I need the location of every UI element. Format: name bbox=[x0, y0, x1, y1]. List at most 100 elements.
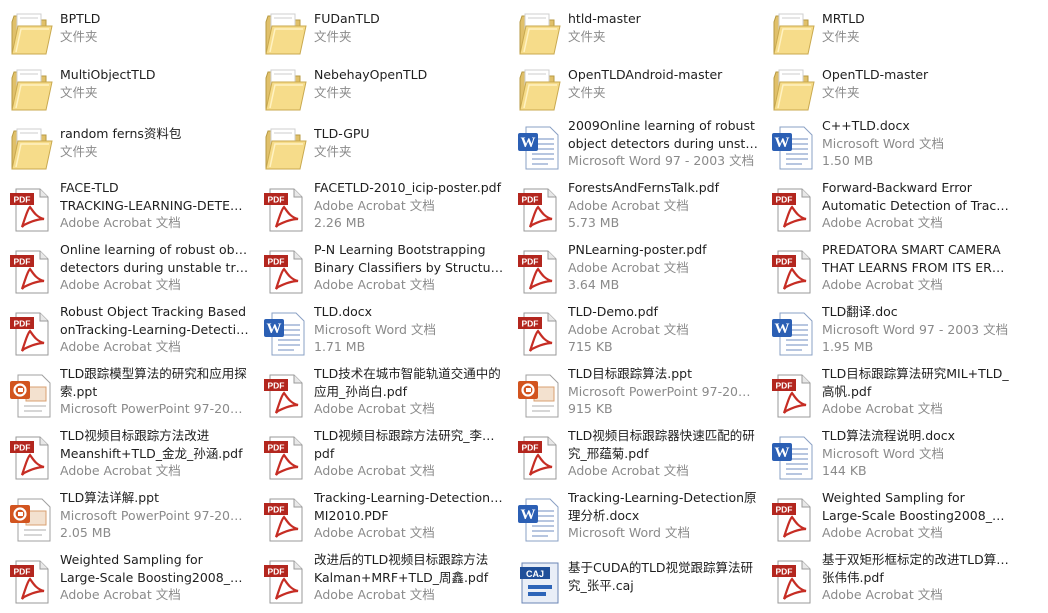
file-name-line: object detectors during unsta... bbox=[568, 135, 758, 151]
file-item[interactable]: PDF TLD目标跟踪算法研究MIL+TLD_ 高帆.pdf Adobe Acrob… bbox=[762, 365, 1016, 427]
pdf-file-icon: PDF bbox=[260, 495, 310, 545]
svg-text:CAJ: CAJ bbox=[526, 569, 544, 579]
svg-text:W: W bbox=[521, 135, 536, 151]
file-item[interactable]: PDF TLD技术在城市智能轨道交通中的 应用_孙尚白.pdf Adobe Acro… bbox=[254, 365, 508, 427]
file-item[interactable]: random ferns资料包 文件夹 bbox=[0, 117, 254, 179]
file-type: Adobe Acrobat 文档 bbox=[568, 197, 689, 213]
file-item[interactable]: W C++TLD.docx Microsoft Word 文档 1.50 MB bbox=[762, 117, 1016, 179]
file-item-text: Online learning of robust object detector… bbox=[60, 241, 250, 294]
file-type: 文件夹 bbox=[568, 28, 606, 44]
pdf-file-icon: PDF bbox=[768, 495, 818, 545]
file-item[interactable]: PDF 改进后的TLD视频目标跟踪方法 Kalman+MRF+TLD_周鑫.pdf… bbox=[254, 551, 508, 613]
file-name-line: Meanshift+TLD_金龙_孙涵.pdf bbox=[60, 445, 243, 461]
file-name-line: TLD-Demo.pdf bbox=[568, 304, 658, 319]
file-item[interactable]: BPTLD 文件夹 bbox=[0, 2, 254, 64]
file-type: Microsoft Word 文档 bbox=[568, 525, 690, 540]
file-item[interactable]: PDF FACETLD-2010_icip-poster.pdf Adobe Ac… bbox=[254, 179, 508, 241]
file-item[interactable]: W TLD算法流程说明.docx Microsoft Word 文档 144 KB bbox=[762, 427, 1016, 489]
file-item[interactable]: TLD算法详解.ppt Microsoft PowerPoint 97-2003.… bbox=[0, 489, 254, 551]
file-item-text: Tracking-Learning-DetectionPA MI2010.PDF A… bbox=[314, 489, 504, 542]
file-item-text: random ferns资料包 文件夹 bbox=[60, 125, 250, 160]
file-name-line: random ferns资料包 bbox=[60, 126, 182, 141]
file-item[interactable]: PDF Online learning of robust object dete… bbox=[0, 241, 254, 303]
file-name-line: 基于CUDA的TLD视觉跟踪算法研 bbox=[568, 560, 754, 575]
file-type: Adobe Acrobat 文档 bbox=[568, 463, 689, 478]
file-item-text: 基于CUDA的TLD视觉跟踪算法研 究_张平.caj bbox=[568, 559, 758, 594]
file-item-text: MRTLD 文件夹 bbox=[822, 10, 1012, 45]
file-type: Adobe Acrobat 文档 bbox=[60, 463, 181, 478]
file-item[interactable]: OpenTLDAndroid-master 文件夹 bbox=[508, 58, 762, 120]
file-item[interactable]: PDF PNLearning-poster.pdf Adobe Acrobat 文… bbox=[508, 241, 762, 303]
file-item[interactable]: PDF Robust Object Tracking Based onTracki… bbox=[0, 303, 254, 365]
file-name-line: THAT LEARNS FROM ITS ERR... bbox=[822, 259, 1012, 275]
file-item[interactable]: MRTLD 文件夹 bbox=[762, 2, 1016, 64]
file-item[interactable]: W TLD翻译.doc Microsoft Word 97 - 2003 文档 1.… bbox=[762, 303, 1016, 365]
file-name-line: TLD算法详解.ppt bbox=[60, 490, 159, 505]
pdf-file-icon: PDF bbox=[768, 371, 818, 421]
file-name-line: onTracking-Learning-Detectio... bbox=[60, 321, 250, 337]
file-item[interactable]: PDF TLD-Demo.pdf Adobe Acrobat 文档 715 KB bbox=[508, 303, 762, 365]
file-item[interactable]: PDF ForestsAndFernsTalk.pdf Adobe Acrobat… bbox=[508, 179, 762, 241]
file-item[interactable]: W Tracking-Learning-Detection原 理分析.docx Mi… bbox=[508, 489, 762, 551]
file-item[interactable]: PDF P-N Learning Bootstrapping Binary Cla… bbox=[254, 241, 508, 303]
file-name-line: TLD技术在城市智能轨道交通中的 bbox=[314, 366, 501, 381]
file-item[interactable]: OpenTLD-master 文件夹 bbox=[762, 58, 1016, 120]
word-file-icon: W bbox=[768, 433, 818, 483]
file-name-line: Weighted Sampling for bbox=[60, 552, 203, 567]
file-item[interactable]: PDF Weighted Sampling for Large-Scale Boo… bbox=[0, 551, 254, 613]
file-type: Adobe Acrobat 文档 bbox=[314, 587, 435, 602]
file-item[interactable]: CAJ 基于CUDA的TLD视觉跟踪算法研 究_张平.caj bbox=[508, 551, 762, 613]
svg-text:PDF: PDF bbox=[776, 505, 793, 515]
file-item[interactable]: W TLD.docx Microsoft Word 文档 1.71 MB bbox=[254, 303, 508, 365]
file-item[interactable]: W 2009Online learning of robust object de… bbox=[508, 117, 762, 179]
file-type: Adobe Acrobat 文档 bbox=[568, 259, 689, 275]
file-name-line: TRACKING-LEARNING-DETEC... bbox=[60, 197, 250, 213]
file-item[interactable]: MultiObjectTLD 文件夹 bbox=[0, 58, 254, 120]
file-item[interactable]: PDF PREDATORA SMART CAMERA THAT LEARNS FR… bbox=[762, 241, 1016, 303]
file-item[interactable]: PDF Forward-Backward Error Automatic Dete… bbox=[762, 179, 1016, 241]
file-name-line: Tracking-Learning-Detection原 bbox=[568, 490, 757, 505]
file-item[interactable]: PDF TLD视频目标跟踪方法研究_李妮妮. pdf Adobe Acrobat 文… bbox=[254, 427, 508, 489]
file-item-text: ForestsAndFernsTalk.pdf Adobe Acrobat 文档 5… bbox=[568, 179, 758, 232]
file-item[interactable]: PDF 基于双矩形框标定的改进TLD算法_ 张伟伟.pdf Adobe Acroba… bbox=[762, 551, 1016, 613]
file-name-line: 应用_孙尚白.pdf bbox=[314, 383, 407, 399]
file-item[interactable]: PDF TLD视频目标跟踪方法改进 Meanshift+TLD_金龙_孙涵.pdf… bbox=[0, 427, 254, 489]
folder-icon bbox=[260, 8, 310, 58]
folder-icon bbox=[6, 64, 56, 114]
file-item[interactable]: TLD跟踪模型算法的研究和应用探 索.ppt Microsoft PowerPoin… bbox=[0, 365, 254, 427]
file-item[interactable]: PDF Tracking-Learning-DetectionPA MI2010.… bbox=[254, 489, 508, 551]
file-name-line: Forward-Backward Error bbox=[822, 180, 972, 195]
pdf-file-icon: PDF bbox=[514, 185, 564, 235]
file-item[interactable]: PDF TLD视频目标跟踪器快速匹配的研 究_邢蕴菊.pdf Adobe Acrob… bbox=[508, 427, 762, 489]
file-item[interactable]: FUDanTLD 文件夹 bbox=[254, 2, 508, 64]
file-item[interactable]: PDF Weighted Sampling for Large-Scale Boo… bbox=[762, 489, 1016, 551]
file-type: Microsoft Word 文档 bbox=[822, 445, 944, 461]
pdf-file-icon: PDF bbox=[6, 433, 56, 483]
svg-text:PDF: PDF bbox=[14, 567, 31, 577]
file-name-line: MultiObjectTLD bbox=[60, 67, 156, 82]
file-item[interactable]: PDF FACE-TLD TRACKING-LEARNING-DETEC... Ad… bbox=[0, 179, 254, 241]
file-type: 文件夹 bbox=[60, 28, 98, 44]
svg-text:PDF: PDF bbox=[776, 195, 793, 205]
file-item[interactable]: NebehayOpenTLD 文件夹 bbox=[254, 58, 508, 120]
svg-text:PDF: PDF bbox=[522, 195, 539, 205]
file-item-text: htld-master 文件夹 bbox=[568, 10, 758, 45]
file-item[interactable]: htld-master 文件夹 bbox=[508, 2, 762, 64]
file-size: 1.71 MB bbox=[314, 339, 366, 354]
file-name-line: PNLearning-poster.pdf bbox=[568, 242, 707, 257]
file-item-text: PREDATORA SMART CAMERA THAT LEARNS FROM I… bbox=[822, 241, 1012, 294]
file-name-line: 改进后的TLD视频目标跟踪方法 bbox=[314, 552, 489, 567]
file-name-line: 2009Online learning of robust bbox=[568, 118, 755, 133]
file-name-line: FACETLD-2010_icip-poster.pdf bbox=[314, 180, 501, 195]
file-item[interactable]: TLD目标跟踪算法.ppt Microsoft PowerPoint 97-200… bbox=[508, 365, 762, 427]
file-item-text: TLD视频目标跟踪方法研究_李妮妮. pdf Adobe Acrobat 文档 bbox=[314, 427, 504, 480]
file-item[interactable]: TLD-GPU 文件夹 bbox=[254, 117, 508, 179]
file-type: Microsoft Word 97 - 2003 文档 bbox=[568, 153, 755, 168]
pdf-file-icon: PDF bbox=[260, 371, 310, 421]
file-type: Microsoft Word 文档 bbox=[314, 321, 436, 337]
file-name-line: Kalman+MRF+TLD_周鑫.pdf bbox=[314, 569, 489, 585]
file-type: Adobe Acrobat 文档 bbox=[60, 587, 181, 602]
file-type: Adobe Acrobat 文档 bbox=[314, 277, 435, 292]
pdf-file-icon: PDF bbox=[514, 247, 564, 297]
file-type: Adobe Acrobat 文档 bbox=[822, 277, 943, 292]
